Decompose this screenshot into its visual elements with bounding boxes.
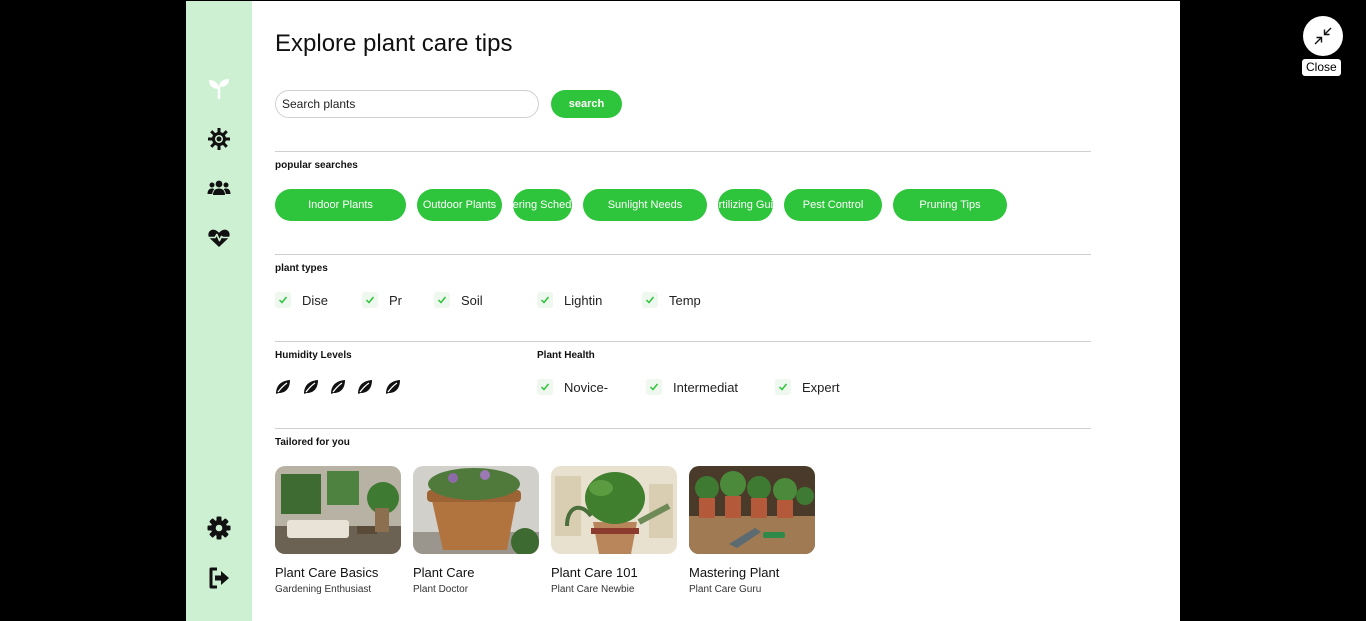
- close-button[interactable]: [1303, 16, 1343, 56]
- divider: [275, 341, 1091, 342]
- card-subtitle: Plant Doctor: [413, 584, 469, 595]
- check-icon: [540, 296, 550, 304]
- checkbox[interactable]: [642, 292, 658, 308]
- card-image: [551, 466, 677, 554]
- divider: [275, 254, 1091, 255]
- plant-types-label: plant types: [275, 263, 328, 274]
- option-label: Temp: [669, 292, 701, 308]
- chip-sunlight-needs[interactable]: Sunlight Needs: [583, 189, 707, 221]
- plant-type-option[interactable]: Pr: [362, 290, 402, 310]
- tailored-label: Tailored for you: [275, 437, 350, 448]
- check-icon: [278, 296, 288, 304]
- check-icon: [365, 296, 375, 304]
- chip-outdoor-plants[interactable]: Outdoor Plants: [417, 189, 502, 221]
- plant-type-option[interactable]: Dise: [275, 290, 328, 310]
- checkbox[interactable]: [434, 292, 450, 308]
- popular-searches-label: popular searches: [275, 160, 358, 171]
- plant-health-label: Plant Health: [537, 350, 595, 361]
- option-label: Lightin: [564, 292, 603, 308]
- divider: [275, 151, 1091, 152]
- users-icon[interactable]: [207, 176, 231, 200]
- chip-pest-control[interactable]: Pest Control: [784, 189, 882, 221]
- sidebar: [186, 1, 252, 621]
- option-label: Dise: [302, 292, 329, 308]
- card-title: Plant Care Basics: [275, 565, 379, 580]
- plant-health-option[interactable]: Novice-: [537, 377, 608, 397]
- plant-health-option[interactable]: Intermediat: [646, 377, 738, 397]
- humidity-levels-label: Humidity Levels: [275, 350, 352, 361]
- checkbox[interactable]: [275, 292, 291, 308]
- check-icon: [778, 383, 788, 391]
- plant-type-option[interactable]: Lightin: [537, 290, 602, 310]
- sprout-icon[interactable]: [207, 76, 231, 100]
- chip-watering-schedules[interactable]: Watering Schedules: [513, 189, 572, 221]
- humidity-leaf-icon[interactable]: [275, 379, 291, 395]
- humidity-leaf-icon[interactable]: [385, 379, 401, 395]
- humidity-leaf-icon[interactable]: [303, 379, 319, 395]
- check-icon: [437, 296, 447, 304]
- chip-indoor-plants[interactable]: Indoor Plants: [275, 189, 406, 221]
- humidity-leaf-icon[interactable]: [357, 379, 373, 395]
- option-label: Soil: [461, 292, 483, 308]
- humidity-leaf-icon[interactable]: [330, 379, 346, 395]
- plant-health-option[interactable]: Expert: [775, 377, 840, 397]
- card-title: Mastering Plant: [689, 565, 780, 580]
- tailored-card[interactable]: Plant Care Basics Gardening Enthusiast: [275, 466, 401, 595]
- settings-gear-icon[interactable]: [207, 516, 231, 540]
- divider: [275, 428, 1091, 429]
- page-title: Explore plant care tips: [275, 30, 513, 57]
- chip-pruning-tips[interactable]: Pruning Tips: [893, 189, 1007, 221]
- card-subtitle: Plant Care Guru: [689, 584, 762, 595]
- sun-gear-icon[interactable]: [207, 127, 231, 151]
- chip-fertilizing-guide[interactable]: Fertilizing Guide: [718, 189, 773, 221]
- check-icon: [649, 383, 659, 391]
- collapse-icon: [1314, 27, 1332, 45]
- option-label: Intermediat: [673, 379, 739, 395]
- check-icon: [645, 296, 655, 304]
- card-image: [413, 466, 539, 554]
- plant-care-modal: Explore plant care tips search popular s…: [186, 1, 1180, 621]
- close-tooltip: Close: [1302, 59, 1341, 76]
- card-title: Plant Care 101: [551, 565, 638, 580]
- card-title: Plant Care: [413, 565, 475, 580]
- search-button[interactable]: search: [551, 90, 622, 118]
- plant-type-option[interactable]: Temp: [642, 290, 701, 310]
- logout-icon[interactable]: [207, 566, 231, 590]
- tailored-card[interactable]: Plant Care 101 Plant Care Newbie: [551, 466, 677, 595]
- plant-type-option[interactable]: Soil: [434, 290, 483, 310]
- card-subtitle: Gardening Enthusiast: [275, 584, 372, 595]
- checkbox[interactable]: [537, 379, 553, 395]
- option-label: Pr: [389, 292, 402, 308]
- tailored-card[interactable]: Mastering Plant Plant Care Guru: [689, 466, 815, 595]
- card-image: [689, 466, 815, 554]
- option-label: Novice-: [564, 379, 609, 395]
- check-icon: [540, 383, 550, 391]
- checkbox[interactable]: [537, 292, 553, 308]
- tailored-card[interactable]: Plant Care Plant Doctor: [413, 466, 539, 595]
- heartbeat-icon[interactable]: [207, 226, 231, 250]
- checkbox[interactable]: [362, 292, 378, 308]
- option-label: Expert: [802, 379, 840, 395]
- card-image: [275, 466, 401, 554]
- checkbox[interactable]: [775, 379, 791, 395]
- card-subtitle: Plant Care Newbie: [551, 584, 635, 595]
- search-input[interactable]: [275, 90, 539, 118]
- checkbox[interactable]: [646, 379, 662, 395]
